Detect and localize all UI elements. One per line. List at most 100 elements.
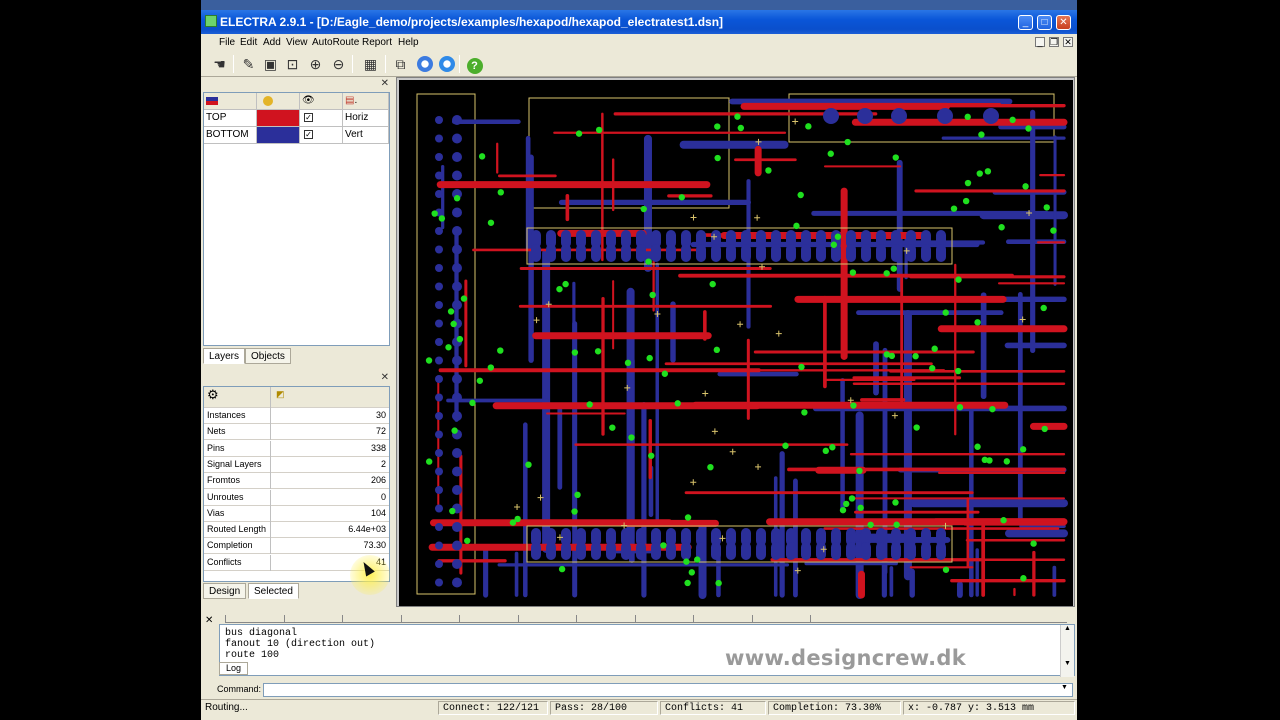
- tab-objects[interactable]: Objects: [245, 348, 291, 364]
- via: [478, 153, 486, 160]
- pin-pad: [452, 522, 462, 532]
- menu-autoroute[interactable]: AutoRoute: [312, 37, 359, 48]
- pin-pad: [452, 244, 462, 255]
- stat-label: Signal Layers: [204, 456, 271, 473]
- menu-report[interactable]: Report: [362, 37, 392, 48]
- pin-pad: [452, 300, 462, 310]
- layer-color-swatch[interactable]: [257, 110, 300, 127]
- stop-icon[interactable]: [436, 54, 457, 74]
- via: [649, 291, 656, 299]
- minimize-button[interactable]: _: [1018, 15, 1033, 30]
- command-input[interactable]: [263, 683, 1073, 697]
- layer-row[interactable]: BOTTOM ✓ Vert: [204, 127, 389, 144]
- ic-pad: [726, 542, 736, 560]
- ic-pad: [771, 244, 781, 262]
- ic-pad: [771, 542, 781, 560]
- zoom-fit-icon[interactable]: ⊡: [282, 54, 303, 74]
- tab-log[interactable]: Log: [219, 662, 249, 675]
- pin-pad: [452, 392, 462, 403]
- stat-value: 104: [370, 507, 386, 518]
- title-bar[interactable]: ELECTRA 2.9.1 - [D:/Eagle_demo/projects/…: [201, 10, 1077, 34]
- via: [1040, 304, 1047, 312]
- pencil-icon[interactable]: ✎: [238, 54, 259, 74]
- stat-row[interactable]: Signal Layers 2: [204, 456, 389, 473]
- app-icon: [205, 15, 217, 27]
- ic-pad: [711, 244, 721, 262]
- tab-layers[interactable]: Layers: [203, 348, 246, 364]
- via: [964, 113, 971, 121]
- panel-close-icon[interactable]: ✕: [381, 78, 389, 89]
- zoom-out-icon[interactable]: ⊖: [328, 54, 349, 74]
- eye-icon: 👁: [300, 93, 343, 110]
- stat-row[interactable]: Pins 338: [204, 440, 389, 457]
- panel-close-icon[interactable]: ✕: [381, 372, 389, 383]
- menu-edit[interactable]: Edit: [240, 37, 257, 48]
- ic-pad: [831, 542, 841, 560]
- stat-row[interactable]: Instances 30: [204, 408, 389, 424]
- log-output[interactable]: bus diagonal fanout 10 (direction out) r…: [219, 624, 1075, 677]
- layer-direction[interactable]: Vert: [343, 127, 389, 144]
- hand-icon[interactable]: ☚: [209, 54, 230, 74]
- zoom-area-icon[interactable]: ▣: [260, 54, 281, 74]
- pcb-canvas[interactable]: [399, 80, 1073, 606]
- mdi-close-button[interactable]: ✕: [1063, 37, 1073, 47]
- ic-pad: [891, 244, 901, 262]
- menu-file[interactable]: File: [219, 37, 235, 48]
- grid-icon[interactable]: ▦: [360, 54, 381, 74]
- menu-help[interactable]: Help: [398, 37, 419, 48]
- menu-add[interactable]: Add: [263, 37, 281, 48]
- stat-label: Nets: [204, 424, 271, 441]
- via: [998, 224, 1005, 231]
- help-icon[interactable]: ?: [464, 54, 485, 74]
- tab-design[interactable]: Design: [203, 583, 247, 599]
- stat-row[interactable]: Nets 72: [204, 424, 389, 441]
- via: [856, 467, 863, 475]
- via: [1020, 575, 1027, 582]
- log-close-icon[interactable]: ✕: [205, 615, 213, 626]
- pin-pad: [435, 356, 443, 365]
- via: [830, 241, 838, 248]
- via: [892, 499, 899, 506]
- chevron-down-icon[interactable]: ▼: [1061, 684, 1068, 691]
- stat-value: 206: [370, 475, 386, 486]
- layer-direction[interactable]: Horiz: [343, 110, 389, 127]
- stat-label: Completion: [204, 538, 271, 555]
- status-bar: Routing... Connect: 122/121 Pass: 28/100…: [201, 699, 1077, 715]
- layer-visible-checkbox[interactable]: ✓: [300, 110, 343, 127]
- via: [850, 402, 857, 409]
- via: [822, 447, 829, 455]
- mdi-minimize-button[interactable]: _: [1035, 37, 1045, 47]
- pin-pad: [452, 207, 462, 218]
- inspect-icon[interactable]: ⧉: [390, 54, 411, 74]
- layer-color-swatch[interactable]: [257, 127, 300, 144]
- pin-pad: [435, 486, 443, 494]
- tab-selected[interactable]: Selected: [248, 583, 299, 599]
- pcb-view[interactable]: [396, 77, 1075, 607]
- maximize-button[interactable]: □: [1037, 15, 1052, 30]
- stat-row[interactable]: Vias 104: [204, 505, 389, 522]
- ic-pad: [651, 244, 661, 262]
- via: [805, 123, 812, 130]
- via: [950, 205, 958, 212]
- log-scrollbar[interactable]: ▲ ▼: [1060, 625, 1074, 677]
- stat-row[interactable]: Routed Length 6.44e+03: [204, 522, 389, 539]
- log-line: bus diagonal: [225, 628, 298, 639]
- via: [609, 424, 616, 431]
- layer-visible-checkbox[interactable]: ✓: [300, 127, 343, 144]
- via: [714, 123, 721, 130]
- stat-row[interactable]: Fromtos 206: [204, 473, 389, 490]
- stat-row[interactable]: Completion 73.30: [204, 538, 389, 555]
- via: [737, 124, 745, 132]
- via: [571, 349, 579, 356]
- large-pad: [891, 108, 907, 124]
- via: [798, 363, 805, 371]
- stat-row[interactable]: Unroutes 0: [204, 489, 389, 506]
- zoom-in-icon[interactable]: ⊕: [305, 54, 326, 74]
- route-icon[interactable]: [414, 54, 435, 74]
- close-button[interactable]: ✕: [1056, 15, 1071, 30]
- layer-row[interactable]: TOP ✓ Horiz: [204, 110, 389, 127]
- mdi-restore-button[interactable]: ❐: [1049, 37, 1059, 47]
- menu-view[interactable]: View: [286, 37, 308, 48]
- via: [487, 219, 495, 226]
- via: [497, 189, 504, 196]
